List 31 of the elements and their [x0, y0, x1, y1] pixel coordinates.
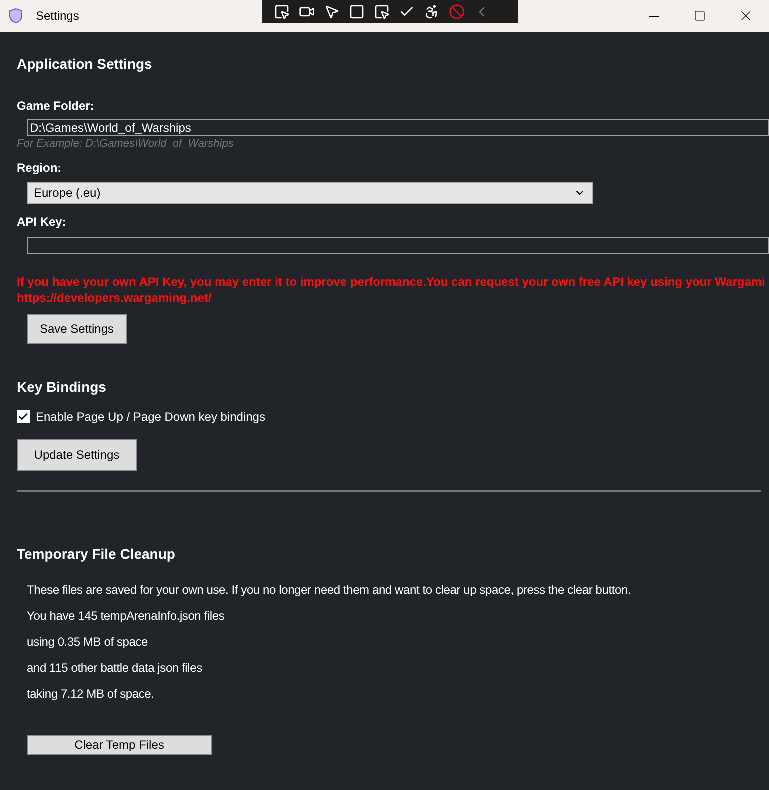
select-icon[interactable]	[374, 4, 390, 20]
hint-text: For Example: D:\Games\World_of_Warships	[17, 137, 235, 152]
info-text: You have 145 tempArenaInfo.json files	[27, 608, 226, 624]
app-shield-icon	[8, 8, 24, 24]
pointer-icon[interactable]	[324, 4, 340, 20]
clear-temp-files-button[interactable]: Clear Temp Files	[27, 734, 212, 754]
notice-text: If you have your own API Key, you may enter it to improve performance.You can request your own free API key using your Wargami	[17, 274, 766, 290]
window-title: Settings	[36, 8, 80, 25]
update-settings-button[interactable]: Update Settings	[17, 438, 137, 470]
api-key-field[interactable]	[27, 236, 769, 254]
stop-icon[interactable]	[449, 4, 465, 20]
info-text: taking 7.12 MB of space.	[27, 686, 156, 702]
field-label: API Key:	[17, 214, 68, 230]
accessibility-icon[interactable]	[424, 4, 440, 20]
inspect-icon[interactable]	[274, 4, 290, 20]
checkbox-label: Enable Page Up / Page Down key bindings	[36, 408, 266, 426]
notice-text: https://developers.wargaming.net/	[17, 290, 213, 306]
field-label: Region:	[17, 160, 63, 176]
region-dropdown[interactable]: Europe (.eu)	[27, 182, 593, 204]
section-heading: Key Bindings	[17, 378, 108, 397]
maximize-icon	[694, 10, 706, 22]
square-icon[interactable]	[349, 4, 365, 20]
info-text: These files are saved for your own use. If you no longer need them and want to clear up space, press the clear button.	[27, 582, 632, 598]
game-folder-field[interactable]: D:\Games\World_of_Warships	[27, 119, 769, 136]
save-settings-button[interactable]: Save Settings	[27, 314, 127, 344]
section-heading: Temporary File Cleanup	[17, 544, 176, 564]
section-heading: Application Settings	[17, 55, 154, 74]
info-text: and 115 other battle data json files	[27, 660, 204, 676]
info-text: using 0.35 MB of space	[27, 634, 150, 650]
checkbox[interactable]	[17, 410, 30, 423]
field-label: Game Folder:	[17, 98, 96, 115]
